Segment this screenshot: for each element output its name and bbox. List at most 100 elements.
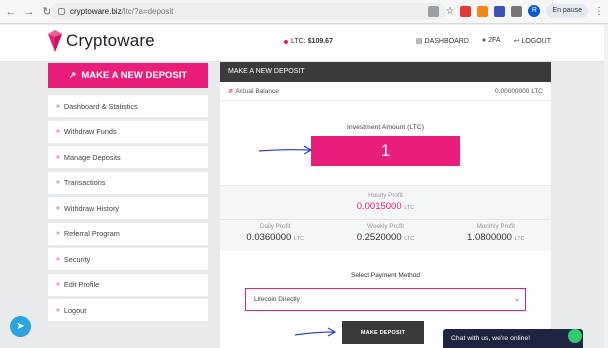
profit-summary: Hourly Profit 0.0015000 LTC Daily Profit… — [220, 185, 551, 251]
profile-status[interactable]: En pause — [546, 4, 588, 18]
daily-profit-value-row: 0.0360000 LTC — [220, 232, 330, 243]
nav-dashboard[interactable]: ▤ DASHBOARD — [416, 37, 469, 45]
chevron-down-icon: ⌄ — [514, 296, 520, 303]
nav-2fa[interactable]: ● 2FA — [482, 37, 501, 45]
hourly-profit: Hourly Profit 0.0015000 LTC — [220, 192, 551, 212]
payment-method-select[interactable]: Litecoin Directly ⌄ — [245, 288, 526, 311]
chevron-right-icon: » — [56, 306, 60, 314]
sidebar-item-label: Dashboard & Statistics — [63, 101, 138, 111]
chevron-right-icon: » — [56, 128, 60, 135]
annotation-arrow-icon — [258, 145, 313, 155]
payment-method-label: Select Payment Method — [350, 272, 420, 279]
monthly-profit-label: Monthly Profit — [476, 223, 516, 230]
weekly-profit-value-row: 0.2520000 LTC — [330, 232, 440, 243]
nav-dashboard-label: DASHBOARD — [424, 38, 469, 45]
sidebar-item-transactions[interactable]: » Transactions — [48, 171, 208, 194]
external-link-icon: ↗ — [68, 70, 77, 80]
nav-2fa-label: 2FA — [488, 37, 501, 44]
daily-profit: Daily Profit 0.0360000 LTC — [220, 223, 330, 243]
panel-title: MAKE A NEW DEPOSIT — [220, 62, 551, 82]
currency-label: LTC — [514, 236, 525, 242]
extension-icon[interactable] — [494, 5, 506, 17]
address-bar[interactable]: cryptoware.biz /ltc/?a=deposit — [50, 3, 446, 20]
sidebar-item-security[interactable]: » Security — [48, 248, 208, 270]
monthly-profit-value-row: 1.0800000 LTC — [441, 232, 551, 243]
chevron-right-icon: » — [56, 281, 60, 288]
live-chat-widget[interactable]: Chat with us, we're online! — [443, 329, 583, 348]
currency-label: LTC — [293, 236, 304, 242]
sidebar-item-label: Transactions — [63, 178, 106, 187]
logo[interactable]: Cryptoware — [48, 30, 155, 52]
make-deposit-button[interactable]: MAKE DEPOSIT — [342, 321, 424, 344]
monthly-profit: Monthly Profit 1.0800000 LTC — [441, 223, 551, 243]
balance-value: 0.00000000 LTC — [495, 87, 543, 95]
sidebar-item-label: Withdraw Funds — [63, 127, 117, 136]
sidebar-item-withdraw-history[interactable]: » Withdraw History — [48, 197, 208, 219]
weekly-profit-label: Weekly Profit — [367, 223, 404, 230]
nav-logout[interactable]: ↩ LOGOUT — [514, 37, 551, 45]
sidebar-item-dashboard[interactable]: » Dashboard & Statistics — [48, 95, 208, 117]
monthly-profit-value: 1.0800000 — [467, 232, 512, 243]
url-path: /ltc/?a=deposit — [121, 7, 174, 16]
sidebar-item-label: Edit Profile — [63, 280, 100, 289]
menu-kebab-icon[interactable]: ⋮ — [594, 6, 604, 17]
investment-label: Investment Amount (LTC) — [347, 124, 424, 131]
extension-metamask-icon[interactable] — [477, 5, 489, 17]
hourly-profit-value: 0.0015000 — [356, 201, 402, 212]
back-icon[interactable]: ← — [4, 5, 18, 19]
price-label: LTC: — [291, 38, 306, 45]
balance-row: ≇ Actual Balance 0.00000000 LTC — [220, 82, 551, 101]
price-value: $109.67 — [307, 38, 333, 45]
browser-toolbar: ← → ↻ cryptoware.biz /ltc/?a=deposit ☆ R… — [0, 0, 608, 24]
hourly-profit-value-row: 0.0015000 LTC — [220, 201, 551, 212]
translate-icon[interactable] — [428, 5, 440, 17]
chevron-right-icon: » — [56, 204, 60, 212]
price-dot-icon — [284, 39, 288, 44]
sidebar-item-label: Withdraw History — [63, 203, 120, 213]
logo-gem-icon — [48, 30, 62, 52]
logo-text: Cryptoware — [66, 31, 155, 50]
site-header: Cryptoware LTC: $109.67 ▤ DASHBOARD ● 2FA … — [0, 25, 608, 62]
sidebar-item-referral[interactable]: » Referral Program — [48, 222, 208, 245]
sidebar-item-logout[interactable]: » Logout — [48, 299, 208, 321]
weekly-profit: Weekly Profit 0.2520000 LTC — [330, 223, 440, 243]
chevron-right-icon: » — [56, 102, 60, 110]
extension-opera-icon[interactable] — [460, 5, 472, 17]
scrollbar[interactable] — [604, 25, 608, 348]
telegram-icon[interactable]: ➤ — [10, 316, 31, 337]
nav-logout-label: LOGOUT — [521, 38, 551, 45]
chevron-right-icon: » — [56, 153, 60, 161]
sidebar-item-label: Referral Program — [63, 229, 120, 238]
weekly-profit-value: 0.2520000 — [356, 232, 402, 243]
profile-avatar[interactable]: R — [528, 5, 541, 17]
sidebar-item-withdraw-funds[interactable]: » Withdraw Funds — [48, 120, 208, 143]
payment-method-value: Litecoin Directly — [254, 296, 300, 303]
lock-icon — [58, 8, 65, 15]
chat-online-indicator — [568, 329, 582, 343]
browser-actions: ☆ R En pause ⋮ — [428, 4, 604, 18]
deposit-panel: MAKE A NEW DEPOSIT ≇ Actual Balance 0.000… — [220, 62, 551, 348]
chart-icon: ≇ — [228, 88, 234, 95]
currency-label: LTC — [404, 205, 415, 211]
sidebar-item-edit-profile[interactable]: » Edit Profile — [48, 273, 208, 296]
sidebar-item-label: Security — [63, 254, 91, 264]
balance-label: Actual Balance — [235, 88, 279, 95]
logout-icon: ↩ — [513, 38, 520, 45]
investment-amount-input[interactable]: 1 — [311, 136, 460, 166]
annotation-arrow-icon — [294, 327, 337, 337]
url-host: cryptoware.biz — [70, 7, 122, 16]
make-new-deposit-button[interactable]: ↗ MAKE A NEW DEPOSIT — [48, 63, 208, 88]
extensions-puzzle-icon[interactable] — [511, 5, 523, 17]
sidebar-item-manage-deposits[interactable]: » Manage Deposits — [48, 146, 208, 168]
star-icon[interactable]: ☆ — [445, 6, 454, 17]
divider — [220, 219, 551, 220]
sidebar-item-label: Logout — [63, 305, 87, 315]
make-new-deposit-label: MAKE A NEW DEPOSIT — [81, 70, 188, 81]
currency-label: LTC — [404, 236, 415, 242]
hourly-profit-label: Hourly Profit — [368, 192, 403, 199]
user-icon: ● — [481, 37, 487, 44]
forward-icon[interactable]: → — [22, 5, 36, 19]
chevron-right-icon: » — [56, 230, 60, 237]
dashboard-icon: ▤ — [415, 38, 423, 45]
chevron-right-icon: » — [56, 179, 60, 186]
